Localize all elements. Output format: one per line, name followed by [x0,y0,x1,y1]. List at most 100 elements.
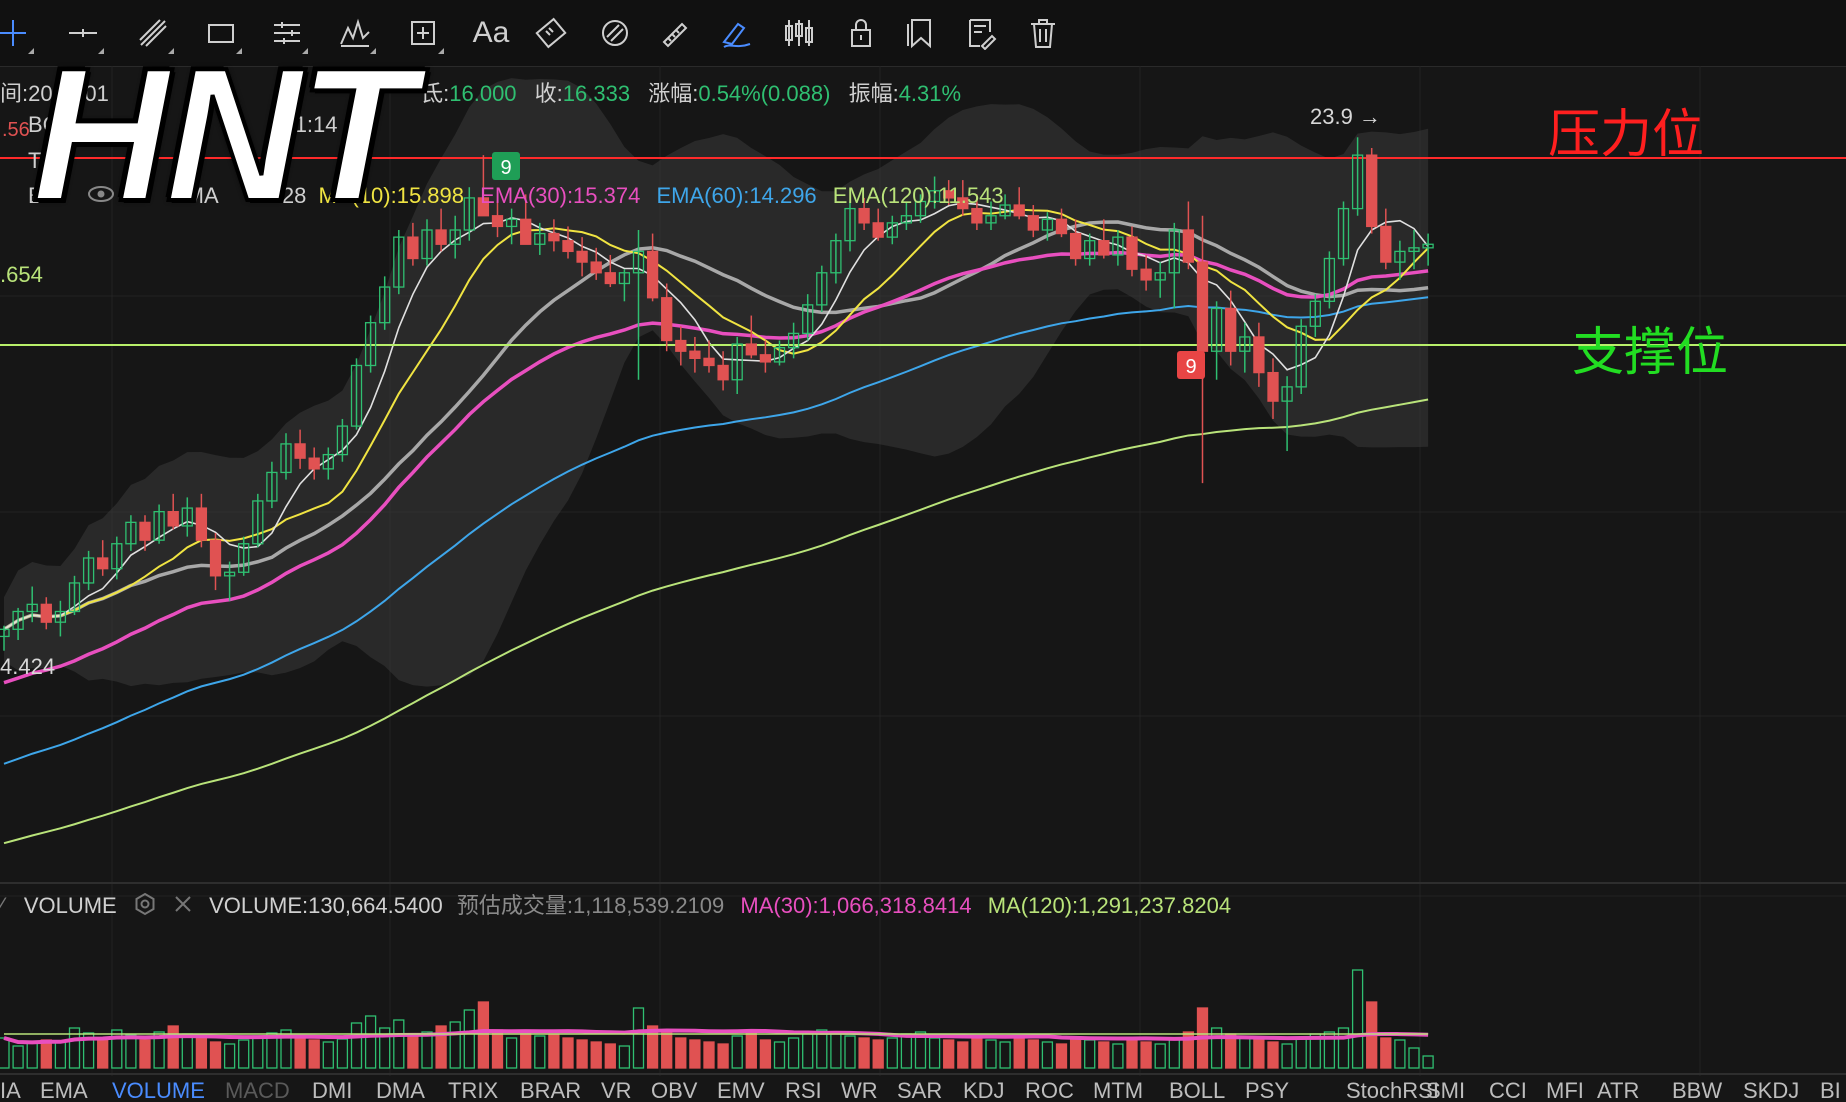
coin-title-overlay: HNT [30,29,416,241]
candle-body [703,357,715,367]
candle-body [520,218,532,245]
volume-bar [928,1037,941,1069]
indicator-tab-bar: IA EMA VOLUME MACD DMI DMA TRIX BRAR VR OBV EMV RSI… [0,1076,1846,1102]
volume-bar [858,1037,870,1069]
candle-body [689,350,701,359]
price-label-upper: .654 [0,262,43,287]
price-label-red: .56 [2,119,30,141]
tab-psy[interactable]: PSY [1245,1078,1289,1102]
draw-pen-tool-button[interactable] [716,12,758,54]
crosshair-tool-button[interactable] [0,12,34,54]
volume-bar [844,1035,856,1069]
volume-bar [548,1033,560,1069]
tab-cci[interactable]: CCI [1489,1078,1527,1102]
tab-skdj[interactable]: SKDJ [1743,1078,1799,1102]
tab-emv[interactable]: EMV [717,1078,765,1102]
volume-bar [1098,1041,1110,1069]
tab-mfi[interactable]: MFI [1546,1078,1584,1102]
candle-body [294,443,306,459]
tab-volume[interactable]: VOLUME [112,1078,205,1102]
tab-ia[interactable]: IA [0,1078,21,1102]
candle-body [139,521,151,541]
pencil-ruler-tool-button[interactable] [654,12,696,54]
candle-body [97,557,109,570]
tab-obv[interactable]: OBV [651,1078,697,1102]
candles-tool-button[interactable] [778,12,820,54]
tab-mtm[interactable]: MTM [1093,1078,1143,1102]
volume-bar [745,1031,757,1069]
volume-bar [759,1039,772,1069]
volume-bar [139,1039,151,1069]
text-tool-button[interactable]: Aa [470,12,512,54]
tab-boll[interactable]: BOLL [1169,1078,1225,1102]
volume-bar [1013,1037,1025,1069]
volume-bar [943,1039,955,1069]
volume-bar [1112,1043,1124,1069]
candle-body [646,250,659,299]
lock-tool-button[interactable] [840,12,882,54]
volume-bar [223,1043,236,1069]
tab-brar[interactable]: BRAR [520,1078,581,1102]
volume-bar [971,1037,983,1069]
tab-dmi[interactable]: DMI [312,1078,352,1102]
copy-tool-button[interactable] [900,12,942,54]
volume-bar [1126,1039,1138,1069]
volume-bar [491,1029,504,1069]
tab-wr[interactable]: WR [841,1078,878,1102]
candle-body [759,354,772,363]
tab-macd[interactable]: MACD [225,1078,290,1102]
volume-bar [562,1037,574,1069]
volume-bar [40,1039,52,1069]
volume-bar [308,1039,320,1069]
candle-body [675,339,687,352]
volume-bar [1140,1041,1152,1069]
volume-bar [1281,1043,1293,1069]
tab-rsi[interactable]: RSI [785,1078,822,1102]
candle-body [1013,204,1025,217]
volume-bar [590,1041,602,1069]
candle-body [858,207,870,224]
volume-bar [336,1038,349,1069]
tab-sar[interactable]: SAR [897,1078,942,1102]
close-icon[interactable] [173,894,193,920]
tab-dma[interactable]: DMA [376,1078,425,1102]
copy-icon [907,19,931,49]
candle-body [1069,232,1082,260]
tab-vr[interactable]: VR [601,1078,632,1102]
settings-gear-icon[interactable] [133,892,157,922]
candle-body [308,457,320,470]
pencil-ruler-icon [662,22,688,48]
tab-bbw[interactable]: BBW [1672,1078,1722,1102]
candle-body [1366,154,1378,228]
ruler-tool-button[interactable] [530,12,572,54]
candle-body [1098,240,1110,256]
volume-bar [604,1043,616,1069]
collapse-icon[interactable]: ⁄ [0,893,4,918]
volume-bar [322,1041,334,1069]
tab-trix[interactable]: TRIX [448,1078,498,1102]
low-label: 氐: [421,81,450,106]
tab-roc[interactable]: ROC [1025,1078,1074,1102]
tab-stochrsi[interactable]: StochRSI [1346,1078,1439,1102]
candle-body [1055,218,1068,235]
volume-bar [252,1035,264,1069]
eraser-tool-button[interactable] [594,12,636,54]
volume-bar [675,1037,687,1069]
tab-smi[interactable]: SMI [1426,1078,1465,1102]
candle-body [1027,215,1039,231]
volume-bar [294,1037,306,1069]
tab-kdj[interactable]: KDJ [963,1078,1005,1102]
candle-body [590,261,602,274]
edit-note-tool-button[interactable] [960,12,1002,54]
tab-atr[interactable]: ATR [1597,1078,1639,1102]
volume-bar [238,1039,250,1069]
trash-tool-button[interactable] [1022,12,1064,54]
tab-ema[interactable]: EMA [40,1078,88,1102]
volume-bar [1267,1041,1279,1069]
volume-bar [26,1042,38,1069]
candle-body [562,240,574,253]
text-icon: Aa [472,16,510,49]
tab-bi[interactable]: BI [1820,1078,1841,1102]
volume-bar [1069,1037,1082,1069]
estimated-volume-value: 1,118,539.2109 [572,893,725,918]
